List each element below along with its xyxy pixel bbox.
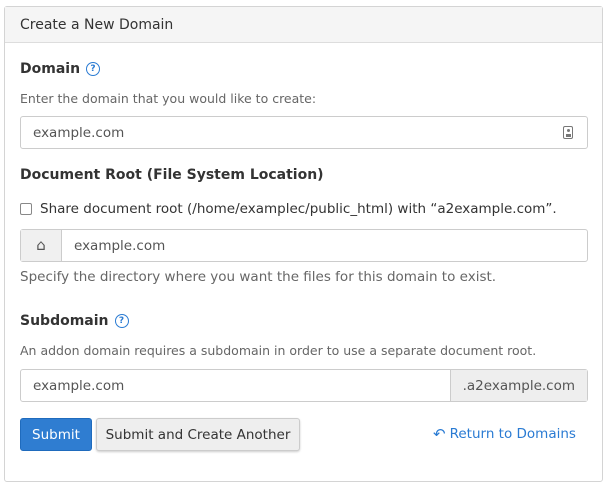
return-to-domains-label[interactable]: Return to Domains bbox=[450, 426, 576, 442]
panel-heading: Create a New Domain bbox=[5, 7, 602, 43]
domain-label: Domain bbox=[20, 61, 81, 77]
domain-label-row: Domain ? bbox=[20, 61, 101, 77]
document-root-hint: Specify the directory where you want the… bbox=[20, 269, 497, 285]
document-root-input[interactable] bbox=[62, 230, 587, 261]
document-root-label-row: Document Root (File System Location) bbox=[20, 167, 324, 183]
share-document-root-label[interactable]: Share document root (/home/examplec/publ… bbox=[40, 201, 557, 217]
home-addon: ⌂ bbox=[21, 230, 62, 261]
reply-arrow-icon: ↶ bbox=[433, 424, 446, 443]
domain-hint: Enter the domain that you would like to … bbox=[20, 91, 317, 106]
submit-and-create-another-button[interactable]: Submit and Create Another bbox=[96, 418, 300, 451]
subdomain-suffix: .a2example.com bbox=[449, 370, 587, 401]
share-document-root-checkbox[interactable] bbox=[20, 203, 32, 215]
question-circle-icon[interactable]: ? bbox=[86, 62, 101, 76]
subdomain-label-row: Subdomain ? bbox=[20, 313, 129, 329]
domain-input[interactable] bbox=[21, 117, 563, 148]
return-to-domains-link[interactable]: ↶ Return to Domains bbox=[433, 426, 576, 442]
create-domain-panel: Create a New Domain Domain ? Enter the d… bbox=[4, 6, 603, 482]
submit-button[interactable]: Submit bbox=[20, 418, 92, 451]
subdomain-input-group: .a2example.com bbox=[20, 369, 588, 402]
question-circle-icon[interactable]: ? bbox=[114, 314, 129, 328]
domain-input-group bbox=[20, 116, 588, 149]
subdomain-input[interactable] bbox=[21, 370, 450, 401]
document-root-label: Document Root (File System Location) bbox=[20, 167, 324, 183]
panel-title: Create a New Domain bbox=[20, 16, 174, 33]
id-card-icon bbox=[563, 126, 573, 139]
subdomain-hint: An addon domain requires a subdomain in … bbox=[20, 343, 537, 358]
home-icon: ⌂ bbox=[36, 236, 46, 254]
document-root-input-group: ⌂ bbox=[20, 229, 588, 262]
subdomain-label: Subdomain bbox=[20, 313, 109, 329]
share-document-root-row[interactable]: Share document root (/home/examplec/publ… bbox=[20, 201, 557, 217]
